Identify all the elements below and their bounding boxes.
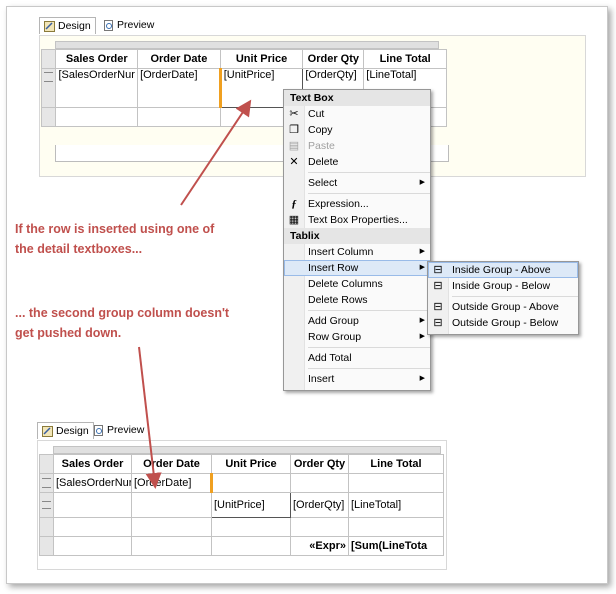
screenshot-frame: Design Preview Sales Order Order Date Un… — [6, 6, 608, 584]
annotation-arrows — [138, 99, 252, 489]
arrow-to-unit-price — [180, 99, 252, 206]
arrow-to-order-date — [138, 346, 162, 489]
